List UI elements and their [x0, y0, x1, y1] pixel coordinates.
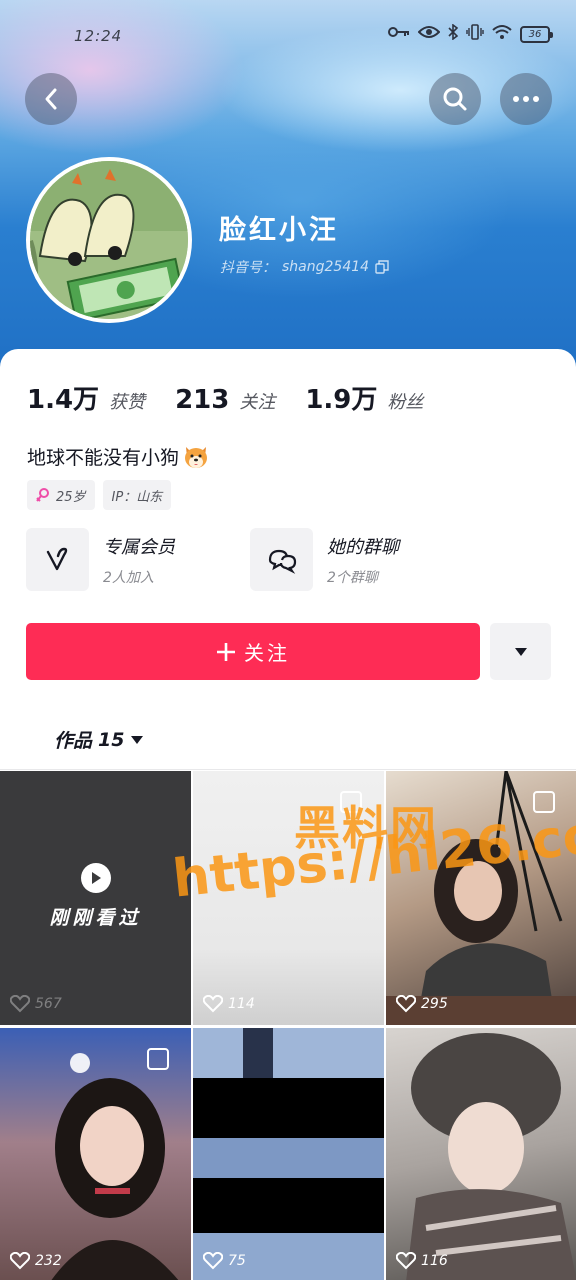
profile-banner: 12:24 36 脸红小汪 抖音号： shang25414: [0, 0, 576, 380]
ip-tag: IP：山东: [102, 480, 172, 510]
works-count: 15: [98, 728, 125, 751]
battery-icon: 36: [520, 25, 553, 43]
back-button[interactable]: [25, 73, 77, 125]
heart-outline-icon: [10, 1252, 30, 1270]
video-thumb[interactable]: 116: [386, 1028, 576, 1280]
age-tag: 25岁: [27, 480, 95, 510]
stat-label: 粉丝: [387, 392, 424, 413]
handle-row[interactable]: 抖音号： shang25414: [220, 257, 389, 277]
stat-label: 关注: [239, 392, 276, 413]
copy-icon[interactable]: [375, 260, 389, 274]
status-icons: 36: [388, 23, 553, 44]
heart-outline-icon: [396, 995, 416, 1013]
vibrate-icon: [466, 24, 484, 44]
female-icon: [36, 488, 49, 502]
like-count: 114: [203, 995, 255, 1013]
follow-label: 关注: [244, 641, 290, 665]
like-count: 232: [10, 1252, 62, 1270]
age-text: 25岁: [56, 489, 86, 505]
ip-text: IP：山东: [111, 489, 163, 505]
avatar[interactable]: [26, 157, 192, 323]
tags-row: 25岁 IP：山东: [27, 480, 172, 510]
pinned-icon: [147, 1048, 169, 1070]
handle-value: shang25414: [282, 259, 370, 275]
recently-watched-label: 刚刚看过: [49, 907, 142, 929]
status-bar: 12:24 36: [0, 0, 576, 70]
stat-following[interactable]: 213 关注: [175, 385, 275, 415]
like-count: 295: [396, 995, 448, 1013]
heart-outline-icon: [10, 995, 30, 1013]
stats-row: 1.4万 获赞 213 关注 1.9万 粉丝: [27, 379, 453, 416]
play-icon: [80, 863, 111, 893]
plus-icon: [217, 642, 235, 661]
stat-followers[interactable]: 1.9万 粉丝: [305, 379, 423, 416]
video-thumb[interactable]: 75: [193, 1028, 384, 1280]
heart-outline-icon: [203, 995, 223, 1013]
divider: [0, 769, 576, 770]
heart-v-icon: [46, 547, 67, 570]
more-actions-dropdown[interactable]: [490, 623, 551, 680]
heart-outline-icon: [203, 1252, 223, 1270]
caret-down-icon: [514, 647, 527, 656]
stat-value: 1.4万: [27, 385, 100, 415]
heart-outline-icon: [396, 1252, 416, 1270]
caret-down-icon: [131, 735, 144, 744]
search-button[interactable]: [429, 73, 481, 125]
stat-value: 1.9万: [305, 385, 378, 415]
bio-text: 地球不能没有小狗: [27, 447, 180, 469]
stat-value: 213: [175, 385, 230, 415]
like-count-text: 114: [228, 996, 255, 1012]
more-button[interactable]: [500, 73, 552, 125]
group-chat-feature[interactable]: 她的群聊 2个群聊: [250, 528, 399, 591]
stat-label: 获赞: [109, 392, 146, 413]
profile-card: 1.4万 获赞 213 关注 1.9万 粉丝 地球不能没有小狗 25岁 IP：山…: [0, 349, 576, 770]
status-time: 12:24: [74, 27, 123, 45]
video-thumb[interactable]: 232: [0, 1028, 191, 1280]
group-icon-box: [250, 528, 313, 591]
key-icon: [388, 25, 410, 43]
recently-watched-overlay: 刚刚看过: [0, 863, 191, 930]
vip-title: 专属会员: [103, 536, 175, 558]
search-icon: [443, 87, 467, 111]
tab-works[interactable]: 作品 15: [54, 726, 144, 753]
handle-label: 抖音号：: [220, 260, 276, 276]
like-count: 567: [10, 995, 62, 1013]
profile-name: 脸红小汪: [219, 215, 339, 246]
chevron-left-icon: [45, 88, 57, 110]
eye-icon: [417, 25, 441, 43]
vip-subtitle: 2人加入: [103, 569, 154, 586]
like-count: 116: [396, 1252, 448, 1270]
bio: 地球不能没有小狗: [27, 443, 209, 470]
works-label: 作品: [54, 730, 93, 752]
like-count-text: 75: [228, 1253, 246, 1269]
follow-button[interactable]: 关注: [26, 623, 480, 680]
dog-face-icon: [185, 446, 208, 468]
like-count: 75: [203, 1252, 246, 1270]
chat-bubbles-icon: [268, 549, 296, 574]
like-count-text: 116: [421, 1253, 448, 1269]
like-count-text: 567: [35, 996, 62, 1012]
bluetooth-icon: [448, 23, 459, 44]
video-thumb[interactable]: 刚刚看过 567: [0, 771, 191, 1025]
vip-icon-box: [26, 528, 89, 591]
thumb-image: [193, 1028, 384, 1280]
like-count-text: 232: [35, 1253, 62, 1269]
group-title: 她的群聊: [327, 536, 399, 558]
stat-likes[interactable]: 1.4万 获赞: [27, 379, 145, 416]
thumb-image: [406, 1033, 576, 1280]
wifi-icon: [492, 24, 512, 44]
vip-feature[interactable]: 专属会员 2人加入: [26, 528, 175, 591]
more-icon: [513, 96, 539, 102]
like-count-text: 295: [421, 996, 448, 1012]
group-subtitle: 2个群聊: [327, 569, 378, 586]
